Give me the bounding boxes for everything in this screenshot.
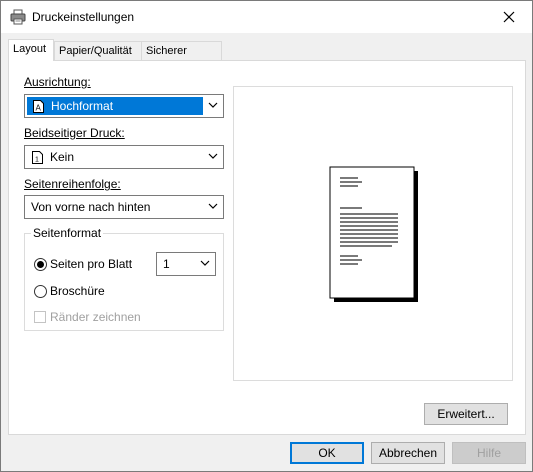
svg-text:A: A — [36, 104, 42, 113]
page-format-title: Seitenformat — [31, 226, 104, 240]
chevron-down-icon — [208, 102, 218, 108]
tab-layout[interactable]: Layout — [8, 39, 54, 61]
chevron-down-icon — [208, 203, 218, 209]
duplex-label: Beidseitiger Druck: — [24, 126, 125, 140]
booklet-label: Broschüre — [50, 284, 105, 298]
printer-icon — [10, 9, 26, 25]
page-order-value: Von vorne nach hinten — [31, 200, 151, 214]
orientation-label: Ausrichtung: — [24, 75, 91, 89]
window-title: Druckeinstellungen — [32, 10, 135, 24]
advanced-button[interactable]: Erweitert... — [424, 403, 508, 425]
pages-per-sheet-label: Seiten pro Blatt — [50, 257, 133, 271]
portrait-page-icon: A — [33, 100, 44, 113]
ok-button[interactable]: OK — [290, 442, 364, 464]
duplex-value: Kein — [50, 150, 75, 164]
single-page-icon: 1 — [32, 151, 43, 164]
pages-per-sheet-value: 1 — [163, 257, 170, 271]
page-preview — [233, 86, 513, 381]
booklet-radio[interactable] — [34, 285, 47, 298]
pages-per-sheet-radio[interactable] — [34, 258, 47, 271]
page-order-dropdown[interactable]: Von vorne nach hinten — [24, 195, 224, 219]
svg-text:1: 1 — [35, 157, 39, 164]
orientation-dropdown[interactable]: A Hochformat — [24, 94, 224, 118]
page-preview-image — [329, 166, 418, 302]
orientation-value: Hochformat — [51, 99, 114, 113]
chevron-down-icon — [200, 260, 210, 266]
chevron-down-icon — [208, 153, 218, 159]
draw-borders-label: Ränder zeichnen — [50, 310, 141, 324]
print-settings-dialog: Druckeinstellungen Layout Papier/Qualitä… — [0, 0, 533, 472]
close-button[interactable] — [486, 1, 532, 33]
page-order-label: Seitenreihenfolge: — [24, 177, 121, 191]
tab-sicherer-druck[interactable]: Sicherer Druck — [141, 41, 222, 76]
cancel-button[interactable]: Abbrechen — [371, 442, 445, 464]
layout-panel: Ausrichtung: A Hochformat Beidseitiger D… — [8, 60, 526, 435]
title-bar: Druckeinstellungen — [1, 1, 532, 33]
duplex-dropdown[interactable]: 1 Kein — [24, 145, 224, 169]
tab-papier-qualitaet[interactable]: Papier/Qualität — [54, 41, 142, 60]
pages-per-sheet-dropdown[interactable]: 1 — [156, 252, 216, 276]
help-button[interactable]: Hilfe — [452, 442, 526, 464]
close-icon — [503, 11, 515, 23]
draw-borders-checkbox[interactable] — [34, 311, 46, 323]
